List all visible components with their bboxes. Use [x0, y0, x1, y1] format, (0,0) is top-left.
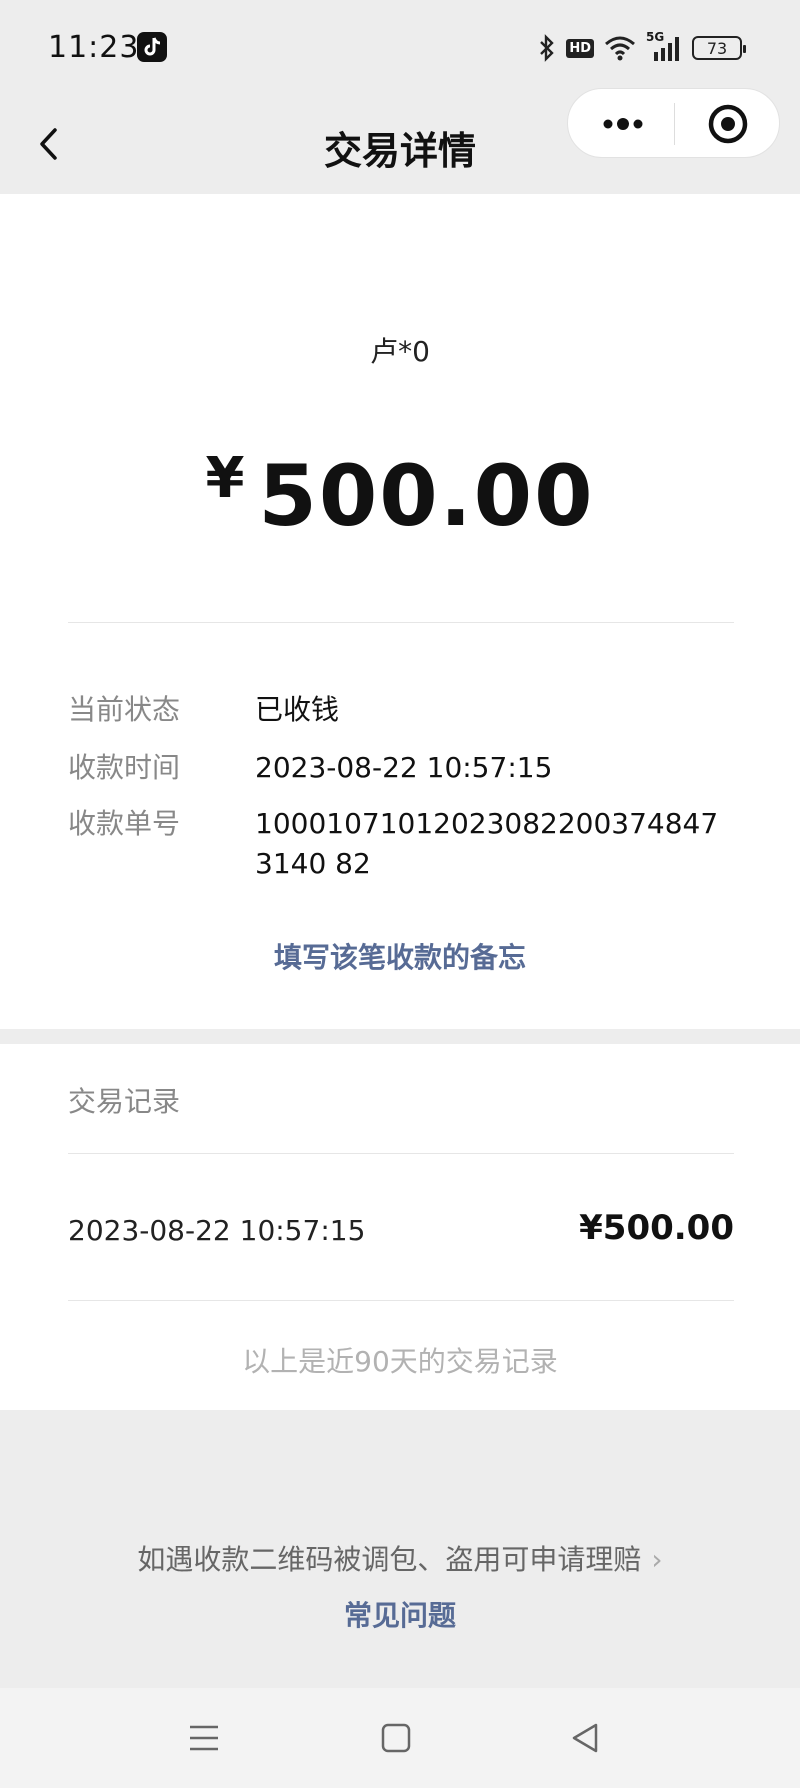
claim-text: 如遇收款二维码被调包、盗用可申请理赔 — [137, 1543, 642, 1576]
status-icons: HD 5G 73 — [538, 30, 746, 66]
chevron-right-icon: › — [651, 1543, 663, 1576]
transaction-card: 卢*0 ¥500.00 当前状态 已收钱 收款时间 2023-08-22 10:… — [0, 194, 800, 1029]
detail-label: 当前状态 — [68, 693, 181, 726]
capsule-divider — [674, 103, 675, 145]
payer-name: 卢*0 — [370, 335, 430, 368]
divider — [68, 1153, 734, 1154]
status-bar: 11:23 HD 5G 73 — [0, 0, 800, 96]
detail-value: 2023-08-22 10:57:15 — [255, 751, 553, 784]
memo-link[interactable]: 填写该笔收款的备忘 — [0, 936, 800, 976]
wifi-icon — [605, 36, 635, 61]
signal-icon: 5G — [646, 30, 682, 62]
back-triangle-icon[interactable] — [566, 1718, 606, 1758]
more-dots-icon[interactable] — [588, 99, 658, 149]
tiktok-icon — [137, 32, 167, 62]
divider — [68, 1300, 734, 1301]
records-card: 交易记录 2023-08-22 10:57:15 ¥500.00 以上是近90天… — [0, 1044, 800, 1410]
record-amount: ¥500.00 — [579, 1208, 734, 1248]
hd-icon: HD — [566, 38, 594, 58]
system-nav-bar — [0, 1688, 800, 1788]
currency-symbol: ¥ — [205, 446, 245, 511]
detail-value: 已收钱 — [255, 693, 340, 726]
bluetooth-icon — [540, 34, 555, 62]
detail-label: 收款时间 — [68, 751, 181, 784]
records-footnote: 以上是近90天的交易记录 — [242, 1345, 558, 1378]
record-time: 2023-08-22 10:57:15 — [68, 1214, 366, 1247]
detail-value: 100010710120230822003748473140 82 — [255, 807, 719, 880]
claim-link[interactable]: 如遇收款二维码被调包、盗用可申请理赔 › — [0, 1538, 800, 1578]
records-title: 交易记录 — [68, 1085, 181, 1118]
record-row[interactable]: 2023-08-22 10:57:15 ¥500.00 — [68, 1208, 734, 1258]
status-time: 11:23 — [48, 30, 140, 65]
faq-link[interactable]: 常见问题 — [0, 1594, 800, 1634]
detail-label: 收款单号 — [68, 807, 181, 840]
battery-icon: 73 — [692, 36, 746, 60]
divider — [68, 622, 734, 623]
amount: ¥500.00 — [0, 446, 800, 545]
menu-icon[interactable] — [184, 1718, 224, 1758]
target-icon[interactable] — [706, 102, 750, 146]
amount-value: 500.00 — [258, 447, 595, 545]
home-square-icon[interactable] — [376, 1718, 416, 1758]
miniprogram-capsule — [567, 88, 780, 158]
